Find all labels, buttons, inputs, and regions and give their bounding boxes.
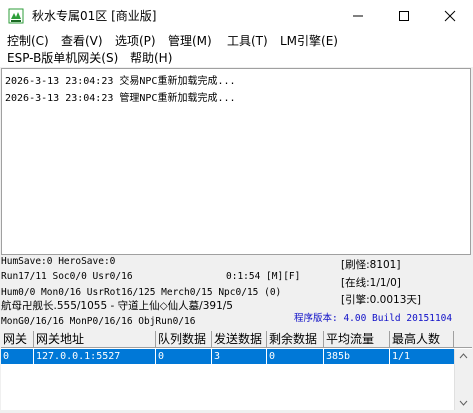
minimize-button[interactable] [335, 0, 381, 31]
menu-view[interactable]: 查看(V) [61, 33, 103, 50]
column-header-filler [454, 331, 472, 348]
menu-esp-gateway[interactable]: ESP-B版单机网关(S) [7, 50, 118, 67]
maximize-icon [399, 10, 409, 21]
status-humans: Hum0/0 Mon0/16 UsrRot16/125 Merch0/15 Np… [1, 287, 282, 298]
table-cell: 1/1 [392, 351, 411, 362]
close-button[interactable] [427, 0, 473, 31]
menu-bar: 控制(C) 查看(V) 选项(P) 管理(M) 工具(T) LM引擎(E) ES… [0, 31, 473, 67]
online-count-label: [在线:1/1/0] [341, 277, 401, 289]
app-icon [8, 8, 24, 24]
table-cell: 0 [156, 349, 212, 364]
log-line: 2026-3-13 23:04:23 管理NPC重新加载完成... [5, 93, 236, 104]
maximize-button[interactable] [381, 0, 427, 31]
status-panel: HumSave:0 HeroSave:0 Run17/11 Soc0/0 Usr… [0, 255, 473, 331]
table-cell: 127.0.0.1:5527 [34, 349, 156, 364]
gateway-table: 网关 网关地址 队列数据 发送数据 剩余数据 平均流量 最高人数 0 127.0… [1, 331, 472, 410]
engine-uptime-label: [引擎:0.0013天] [341, 294, 421, 306]
log-textarea[interactable]: 2026-3-13 23:04:23 交易NPC重新加载完成... 2026-3… [1, 68, 471, 255]
status-save: HumSave:0 HeroSave:0 [1, 256, 116, 267]
status-player: 航母卍舰长.555/1055 - 守道上仙◇仙人墓/391/5 [1, 300, 233, 312]
vertical-scrollbar[interactable] [454, 349, 472, 410]
status-uptime: 0:1:54 [M][F] [226, 271, 301, 282]
menu-options[interactable]: 选项(P) [115, 33, 156, 50]
window-title: 秋水专属01区 [商业版] [32, 9, 157, 23]
table-cell: 385b [324, 349, 390, 364]
menu-help[interactable]: 帮助(H) [130, 50, 172, 67]
menu-manage[interactable]: 管理(M) [168, 33, 212, 50]
menu-lm-engine[interactable]: LM引擎(E) [280, 33, 338, 50]
column-header[interactable]: 发送数据 [212, 331, 267, 348]
column-header[interactable]: 队列数据 [156, 331, 212, 348]
column-header[interactable]: 网关地址 [34, 331, 156, 348]
column-header[interactable]: 网关 [1, 331, 34, 348]
table-cell: 3 [212, 349, 267, 364]
column-header[interactable]: 平均流量 [324, 331, 390, 348]
column-header[interactable]: 最高人数 [390, 331, 454, 348]
menu-tools[interactable]: 工具(T) [227, 33, 268, 50]
minimize-icon [353, 15, 363, 16]
refresh-monster-label: [刷怪:8101] [341, 259, 401, 271]
status-run: Run17/11 Soc0/0 Usr0/16 [1, 271, 133, 282]
log-line: 2026-3-13 23:04:23 交易NPC重新加载完成... [5, 76, 236, 87]
close-icon [444, 10, 456, 21]
scroll-arrows-icon [459, 353, 468, 406]
table-cell: 0 [267, 349, 324, 364]
status-monsters: MonG0/16/16 MonP0/16/16 ObjRun0/16 [1, 316, 196, 327]
title-bar: 秋水专属01区 [商业版] [0, 0, 473, 31]
column-header[interactable]: 剩余数据 [267, 331, 324, 348]
table-cell: 0 [1, 349, 34, 364]
program-version: 程序版本: 4.00 Build 20151104 [294, 313, 453, 324]
menu-control[interactable]: 控制(C) [7, 33, 49, 50]
